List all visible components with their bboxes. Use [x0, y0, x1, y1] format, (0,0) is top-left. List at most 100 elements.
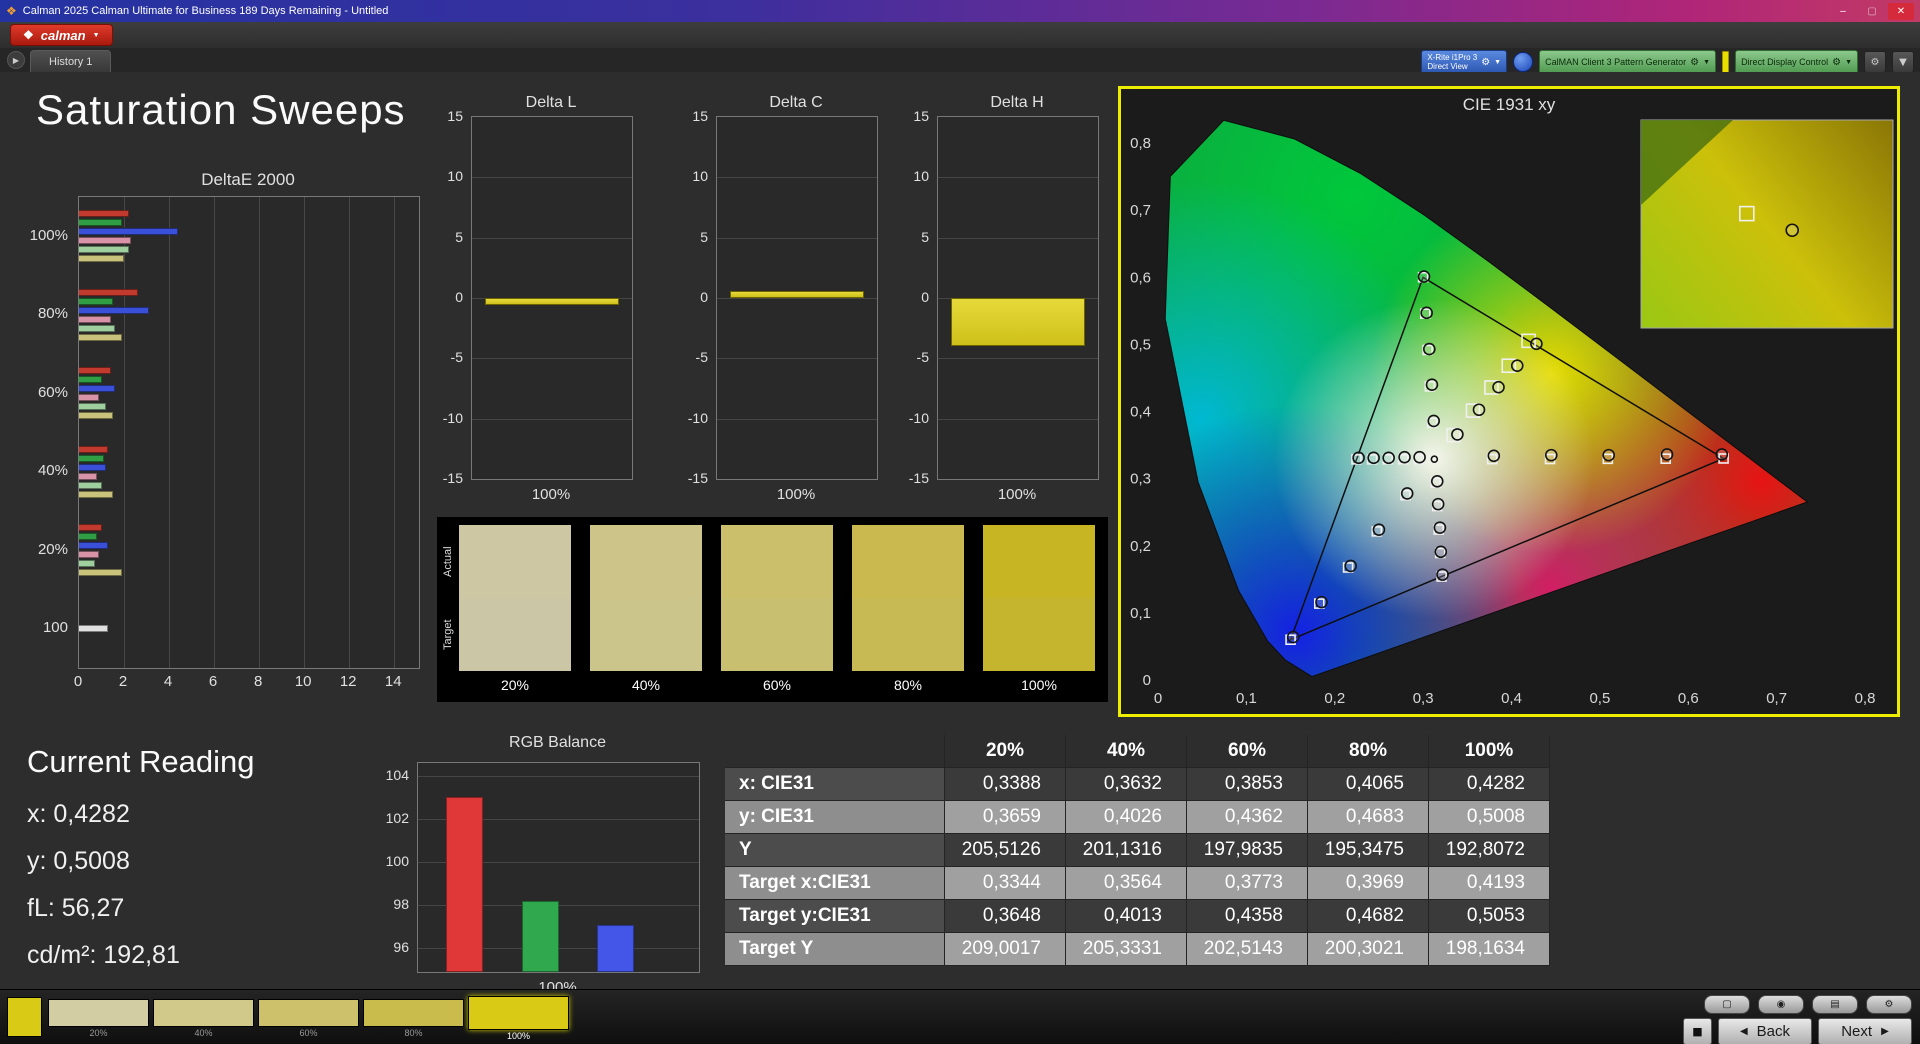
target-swatch [590, 598, 702, 671]
table-cell: 0,3388 [945, 768, 1066, 801]
table-cell: 0,5008 [1429, 801, 1550, 834]
table-cell: 0,3648 [945, 900, 1066, 933]
bar [79, 255, 125, 263]
level-swatch-40%[interactable]: 40% [153, 999, 254, 1039]
bar-group [79, 433, 419, 511]
gear-icon[interactable]: ⚙ [1690, 57, 1699, 68]
y-tick-label: 15 [913, 108, 929, 124]
measured-marker-green [1423, 342, 1436, 356]
bar [79, 237, 131, 245]
screen-button[interactable]: ▢ [1704, 995, 1750, 1014]
chart-title: Delta L [525, 94, 577, 111]
level-swatch-60%[interactable]: 60% [258, 999, 359, 1039]
bar [484, 298, 620, 306]
panel-toggle-button[interactable]: ▶ [7, 51, 25, 69]
bar-group [79, 511, 419, 589]
measured-marker-blue [1344, 559, 1357, 573]
actual-swatch [459, 525, 571, 598]
bar [79, 367, 111, 375]
bar [79, 524, 102, 532]
y-tick-label: 0 [1143, 672, 1151, 689]
measured-marker-cyan [1352, 451, 1365, 465]
settings-button[interactable]: ⚙ [1866, 995, 1912, 1014]
bottom-bar: 20% 40% 60% 80% 100% ▢ ◉ ▤ ⚙ ■ ◀ Back Next ▶ [0, 989, 1920, 1044]
swatch-label: 80% [404, 1028, 423, 1038]
x-tick-label: 12 [339, 673, 357, 690]
gridline [938, 418, 1098, 420]
minimize-button[interactable]: – [1830, 3, 1856, 20]
bar [79, 490, 113, 498]
swatch-label: 40% [194, 1028, 213, 1038]
actual-swatch [590, 525, 702, 598]
table-cell: 0,4013 [1066, 900, 1187, 933]
bar [79, 625, 109, 633]
table-cell: 200,3021 [1308, 933, 1429, 966]
y-tick-label: 100 [385, 853, 409, 870]
chevron-down-icon[interactable]: ▼ [1703, 59, 1710, 66]
more-options-button[interactable]: ▼ [1892, 51, 1914, 73]
y-tick-label: 80% [37, 305, 68, 323]
tab-history-1[interactable]: History 1 [30, 50, 112, 72]
swatch-label: 60% [299, 1028, 318, 1038]
measurement-table: 20% 40% 60% 80% 100% x: CIE31 0,3388 0,3632 0,38… [725, 735, 1553, 966]
bar [79, 472, 97, 480]
x-tick-label: 0,1 [1236, 690, 1257, 707]
swatch-color [363, 999, 464, 1027]
bar [79, 288, 138, 296]
table-cell: 205,5126 [945, 834, 1066, 867]
x-tick-label: 0,7 [1766, 690, 1787, 707]
deltae-2000-chart: DeltaE 2000 100% 80% 60% 40% 20% 100 0 2 4 6 8 10 1… [22, 168, 420, 690]
y-tick-label: 60% [37, 383, 68, 401]
y-tick-label: 10 [692, 168, 708, 185]
swatch-label: 60% [762, 677, 792, 693]
close-button[interactable]: ✕ [1888, 2, 1914, 20]
x-axis-label: 100% [997, 486, 1037, 503]
back-button[interactable]: ◀ Back [1718, 1018, 1812, 1044]
swatch-label: 100% [506, 1031, 531, 1041]
gear-icon[interactable]: ⚙ [1481, 57, 1490, 68]
bar [79, 412, 113, 420]
bar [79, 533, 97, 541]
gear-icon[interactable]: ⚙ [1832, 57, 1841, 68]
active-patch-swatch [7, 997, 42, 1037]
stop-pattern-button[interactable]: ■ [1683, 1018, 1712, 1044]
bar [79, 219, 122, 227]
chevron-down-icon: ▼ [92, 31, 100, 39]
x-tick-label: 0,6 [1678, 690, 1699, 707]
cie-zoom-inset [1640, 119, 1894, 329]
table-cell: 205,3331 [1066, 933, 1187, 966]
measured-marker-cyan [1382, 451, 1395, 465]
level-swatch-100%[interactable]: 100% [468, 996, 569, 1042]
meter-select-button[interactable]: X-Rite i1Pro 3 Direct View ⚙ ▼ [1421, 50, 1508, 74]
level-swatch-20%[interactable]: 20% [48, 999, 149, 1039]
calman-menu-button[interactable]: ❖ calman ▼ [10, 24, 113, 46]
y-tick-label: 0,8 [1130, 135, 1151, 152]
maximize-button[interactable]: ▢ [1859, 3, 1885, 20]
bar-group [79, 197, 419, 275]
window-title: Calman 2025 Calman Ultimate for Business… [22, 5, 389, 17]
x-tick-label: 0,3 [1413, 690, 1434, 707]
swatch-column: 20% [459, 525, 571, 699]
chevron-down-icon[interactable]: ▼ [1845, 59, 1852, 66]
table-cell: 0,4682 [1308, 900, 1429, 933]
bar [79, 445, 109, 453]
next-button[interactable]: Next ▶ [1818, 1018, 1912, 1044]
settings-button[interactable]: ⚙ [1864, 51, 1886, 73]
y-tick-label: 15 [692, 108, 708, 124]
snapshot-button[interactable]: ◉ [1758, 995, 1804, 1014]
chevron-down-icon[interactable]: ▼ [1494, 59, 1501, 66]
table-cell: 201,1316 [1066, 834, 1187, 867]
gridline [472, 418, 632, 420]
swatch-label: 80% [893, 677, 923, 693]
delta-h-chart: Delta H 15 10 5 0 -5 -10 -15 100% [903, 94, 1103, 514]
table-row: x: CIE31 0,3388 0,3632 0,3853 0,4065 0,4282 [725, 768, 1553, 801]
y-tick-label: 96 [393, 939, 409, 956]
x-tick-label: 14 [384, 673, 402, 690]
bar [79, 333, 122, 341]
display-control-button[interactable]: Direct Display Control ⚙ ▼ [1735, 50, 1858, 74]
measured-marker-blue [1315, 595, 1328, 609]
print-button[interactable]: ▤ [1812, 995, 1858, 1014]
pattern-generator-button[interactable]: CalMAN Client 3 Pattern Generator ⚙ ▼ [1539, 50, 1717, 74]
level-swatch-80%[interactable]: 80% [363, 999, 464, 1039]
bar-group [79, 354, 419, 432]
